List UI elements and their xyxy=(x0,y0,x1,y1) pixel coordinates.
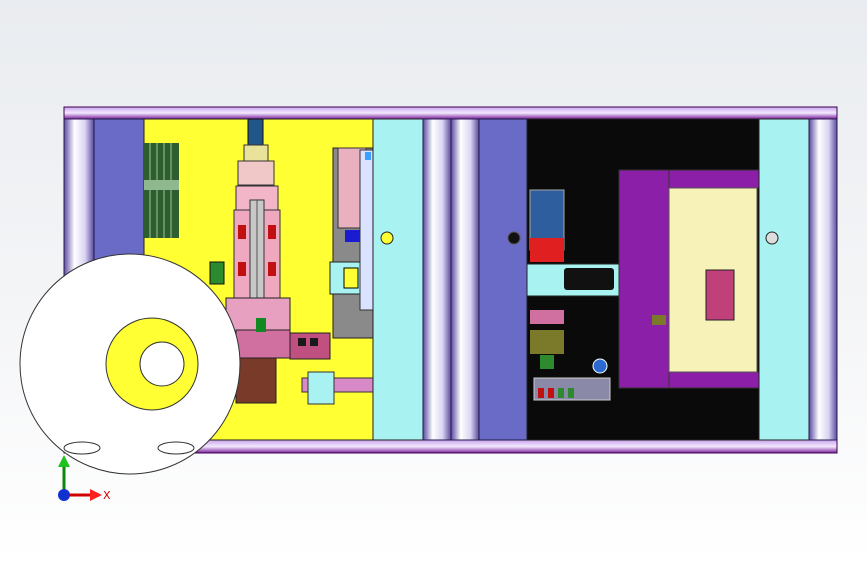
right-end-cap[interactable] xyxy=(808,118,838,441)
cad-viewport[interactable]: X xyxy=(0,0,867,562)
left-roller-panel[interactable] xyxy=(372,118,424,441)
left-roller-bolt-icon xyxy=(380,231,394,245)
top-frame-rail[interactable] xyxy=(63,106,838,120)
pink-cutout xyxy=(705,269,735,321)
right-cover-bolt-icon xyxy=(507,231,521,245)
right-roller-bolt-icon xyxy=(765,231,779,245)
green-bracket xyxy=(209,261,225,285)
machine-assembly[interactable] xyxy=(19,106,838,475)
right-roller-panel[interactable] xyxy=(758,118,810,441)
reel-disk[interactable] xyxy=(19,253,241,475)
center-roller-left[interactable] xyxy=(422,118,452,441)
green-slat-module[interactable] xyxy=(144,143,179,238)
center-roller-right[interactable] xyxy=(450,118,480,441)
right-side-cover[interactable] xyxy=(478,118,528,441)
x-axis-label: X xyxy=(103,489,111,502)
right-slider-module[interactable] xyxy=(329,147,374,339)
base-plate-assembly[interactable] xyxy=(618,169,760,389)
